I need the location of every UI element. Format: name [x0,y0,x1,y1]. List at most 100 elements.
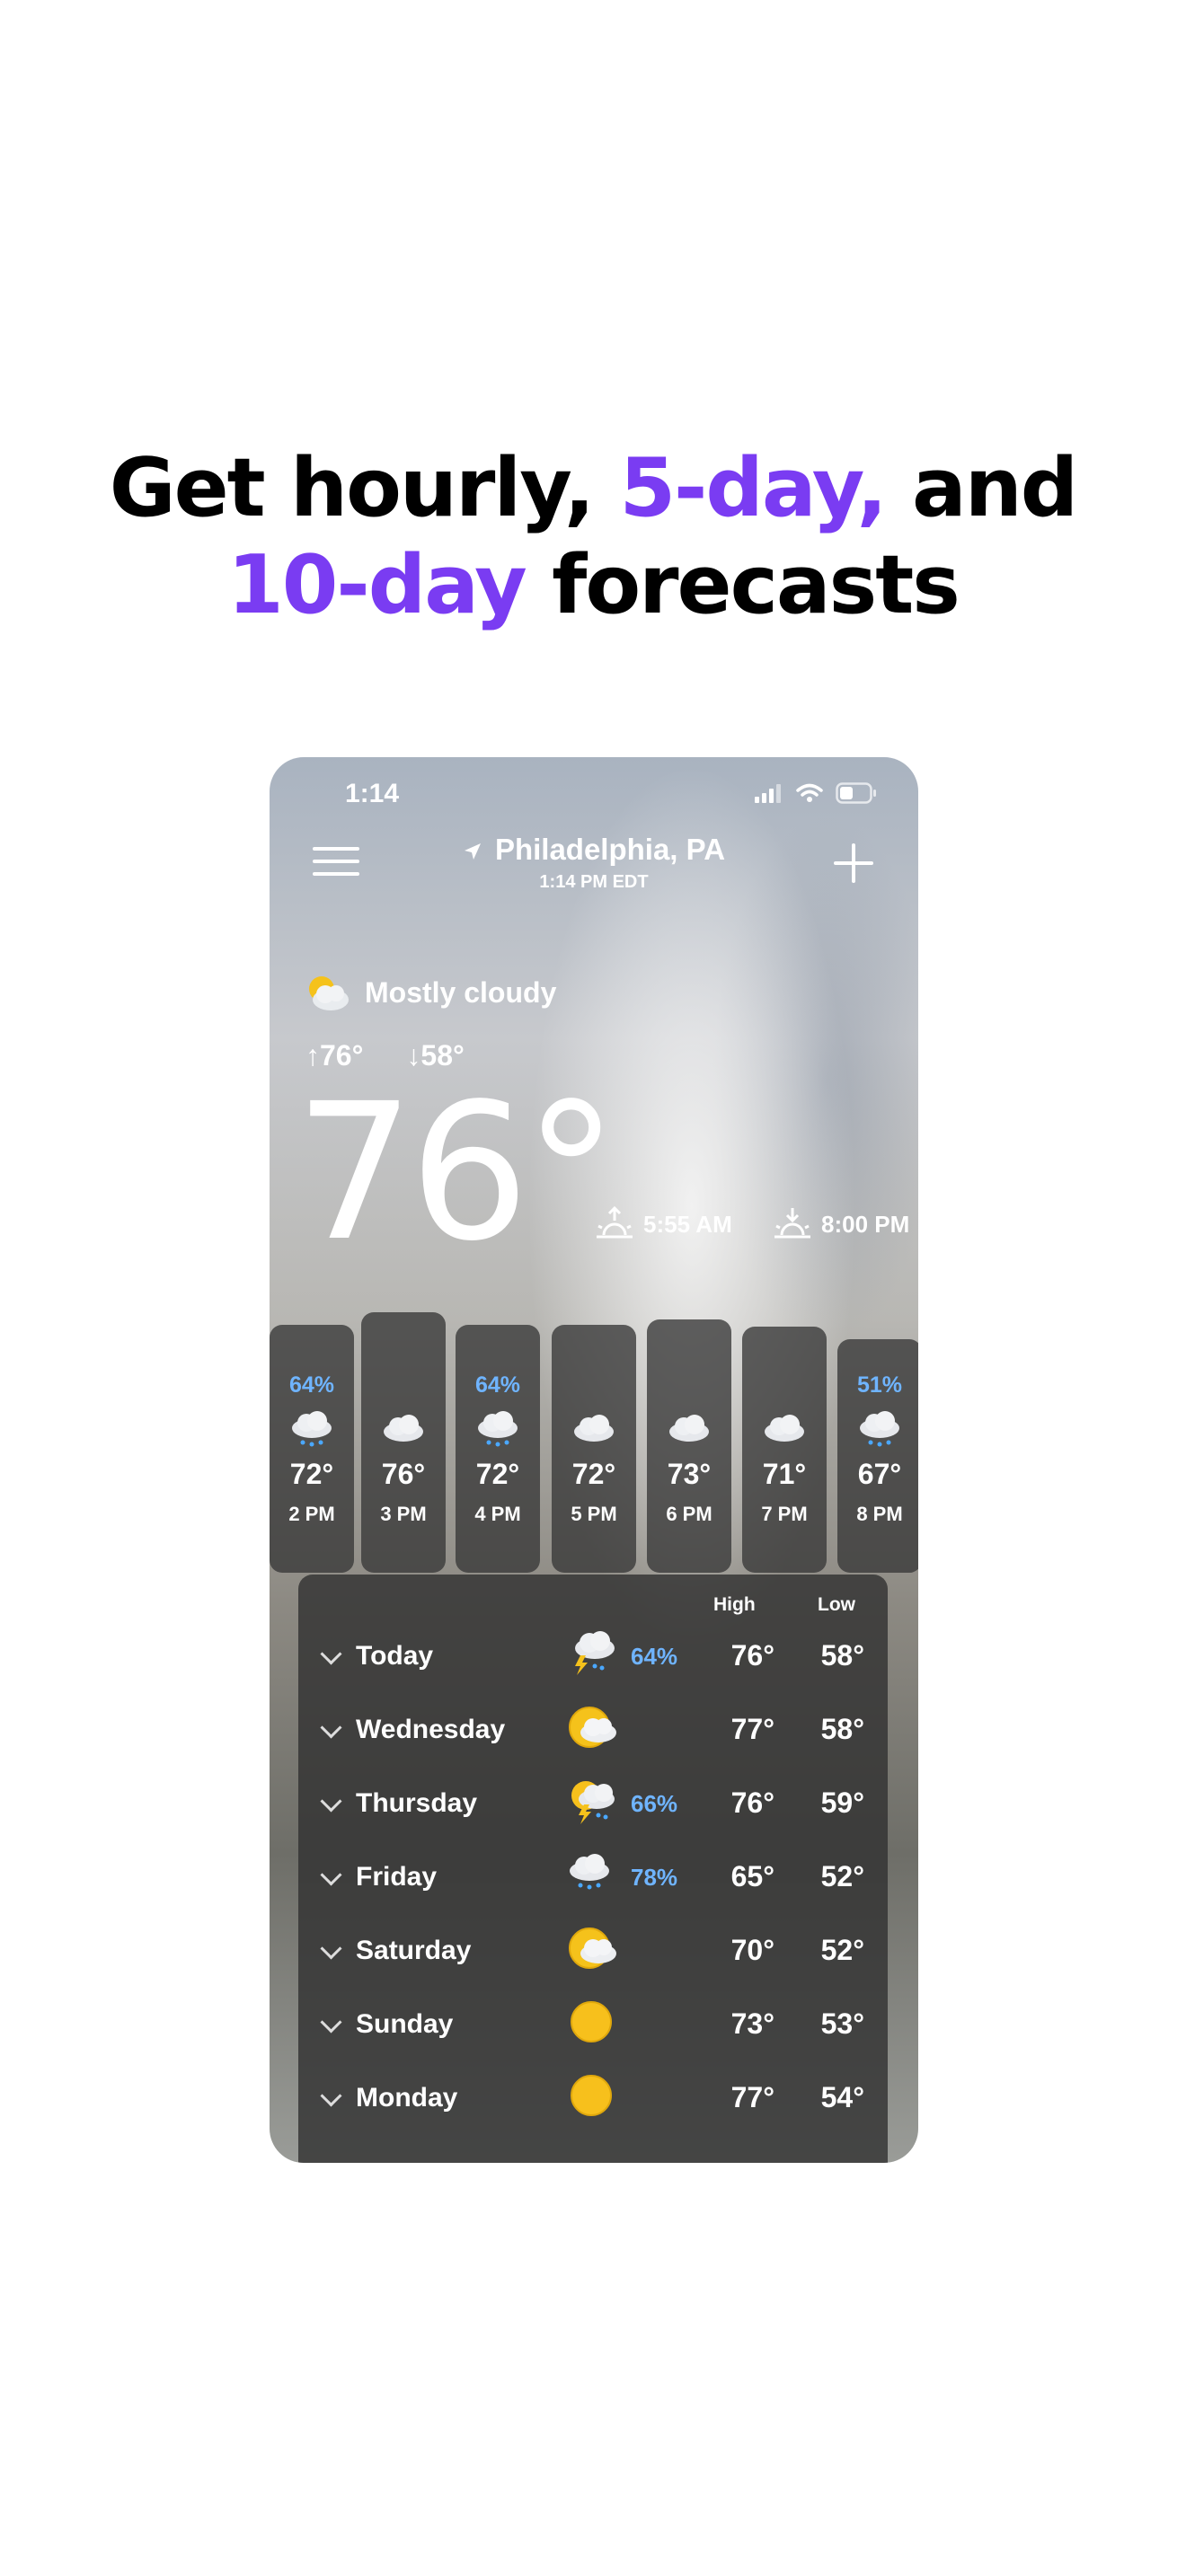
hour-label: 3 PM [380,1503,427,1525]
sun-icon [566,1998,620,2050]
day-high: 65° [730,1860,774,1892]
day-name: Saturday [356,1936,472,1965]
headline: Get hourly, 5-day, and 10-day forecasts [0,440,1186,634]
hour-temp: 76° [381,1458,426,1490]
headline-text: and [885,441,1078,535]
hour-label: 8 PM [856,1503,903,1525]
headline-accent: 10-day [227,538,527,632]
sunrise-icon [597,1206,633,1239]
chevron-down-icon [320,1643,342,1665]
hour-card[interactable]: 73° 6 PM [647,1319,731,1573]
day-precip: 64% [631,1643,678,1670]
day-name: Sunday [356,2009,454,2039]
hour-temp: 72° [475,1458,520,1490]
sun-thunderstorm-icon [566,1778,620,1829]
phone-screen: 1:14 Philadelphia, PA 1:14 PM EDT Mostly… [270,757,918,2163]
day-high: 76° [730,1786,774,1819]
hour-card[interactable]: 71° 7 PM [742,1327,827,1573]
signal-icon [755,784,781,803]
condition-text: Mostly cloudy [365,975,557,1009]
hour-label: 2 PM [288,1503,335,1525]
day-low: 58° [820,1713,864,1745]
day-precip: 66% [631,1790,678,1817]
day-name: Wednesday [356,1715,506,1744]
day-low: 58° [820,1639,864,1672]
status-time: 1:14 [345,779,400,808]
chevron-down-icon [320,1937,342,1960]
hour-temp: 71° [762,1458,807,1490]
partly-cloudy-icon [566,1704,620,1755]
day-precip: 78% [631,1864,678,1891]
headline-text: Get hourly, [109,441,620,535]
day-row[interactable]: Today 64% 76° 58° [298,1621,888,1695]
day-name: Monday [356,2083,458,2113]
location-name: Philadelphia, PA [494,833,726,866]
status-icons [755,782,877,804]
location-time: 1:14 PM EDT [539,872,649,892]
chevron-down-icon [320,1790,342,1813]
sunset-time: 8:00 PM [821,1210,910,1238]
low-column-header: Low [818,1594,855,1615]
sunrise-time: 5:55 AM [643,1210,732,1238]
hourly-forecast[interactable]: 64% 72° 2 PM 76° 3 PM 64% 72° 4 PM 72° 5 PM 73° 6 P… [270,1287,918,1575]
rain-cloud-icon [270,1408,354,1454]
rain-cloud-icon [566,1851,613,1897]
day-low: 52° [820,1860,864,1892]
day-low: 53° [820,2007,864,2040]
day-low: 59° [820,1786,864,1819]
hour-card[interactable]: 51% 67° 8 PM [837,1339,918,1573]
day-row[interactable]: Thursday 66% 76° 59° [298,1769,888,1842]
day-name: Today [356,1641,434,1671]
hour-card[interactable]: 72° 5 PM [552,1325,636,1573]
hour-label: 4 PM [474,1503,521,1525]
current-temperature: 76° [295,1063,618,1283]
day-high: 77° [730,1713,774,1745]
partly-cloudy-icon [309,976,349,1010]
cloud-icon [742,1408,827,1449]
daily-forecast: High Low Today 64% 76° 58° Wednesday 77° 58° Th… [298,1575,888,2163]
cloud-icon [647,1408,731,1449]
day-high: 76° [730,1639,774,1672]
rain-cloud-icon [456,1408,540,1454]
day-low: 54° [820,2081,864,2113]
hour-precip: 51% [856,1372,903,1398]
day-row[interactable]: Friday 78% 65° 52° [298,1842,888,1916]
cloud-icon [552,1408,636,1449]
headline-text: forecasts [525,538,960,632]
hour-temp: 72° [289,1458,334,1490]
day-high: 73° [730,2007,774,2040]
sunrise: 5:55 AM [595,1206,732,1242]
hour-precip: 64% [288,1372,335,1398]
location-arrow-icon [464,843,481,860]
headline-accent: 5-day, [619,441,887,535]
chevron-down-icon [320,1864,342,1886]
chevron-down-icon [320,2085,342,2107]
hour-temp: 72° [571,1458,616,1490]
day-name: Thursday [356,1788,478,1818]
hour-temp: 73° [667,1458,712,1490]
day-high: 77° [730,2081,774,2113]
chevron-down-icon [320,2011,342,2033]
hour-temp: 67° [857,1458,902,1490]
day-row[interactable]: Saturday 70° 52° [298,1916,888,1989]
day-row[interactable]: Monday 77° 54° [298,2063,888,2137]
day-row[interactable]: Sunday 73° 53° [298,1989,888,2063]
sun-icon [566,2072,620,2123]
thunderstorm-icon [566,1630,620,1681]
add-location-button[interactable] [834,843,873,883]
sunset: 8:00 PM [773,1206,909,1242]
sunset-icon [774,1208,810,1239]
hour-label: 5 PM [571,1503,617,1525]
hour-card[interactable]: 64% 72° 2 PM [270,1325,354,1573]
day-row[interactable]: Wednesday 77° 58° [298,1695,888,1769]
rain-cloud-icon [837,1408,918,1454]
hour-label: 7 PM [761,1503,808,1525]
hour-label: 6 PM [666,1503,712,1525]
cloud-icon [361,1408,446,1449]
wifi-icon [796,783,823,802]
hour-card[interactable]: 64% 72° 4 PM [456,1325,540,1573]
current-condition: Mostly cloudy [302,971,556,1014]
battery-icon [836,782,876,804]
hour-card[interactable]: 76° 3 PM [361,1312,446,1573]
location-header[interactable]: Philadelphia, PA 1:14 PM EDT [270,833,918,893]
